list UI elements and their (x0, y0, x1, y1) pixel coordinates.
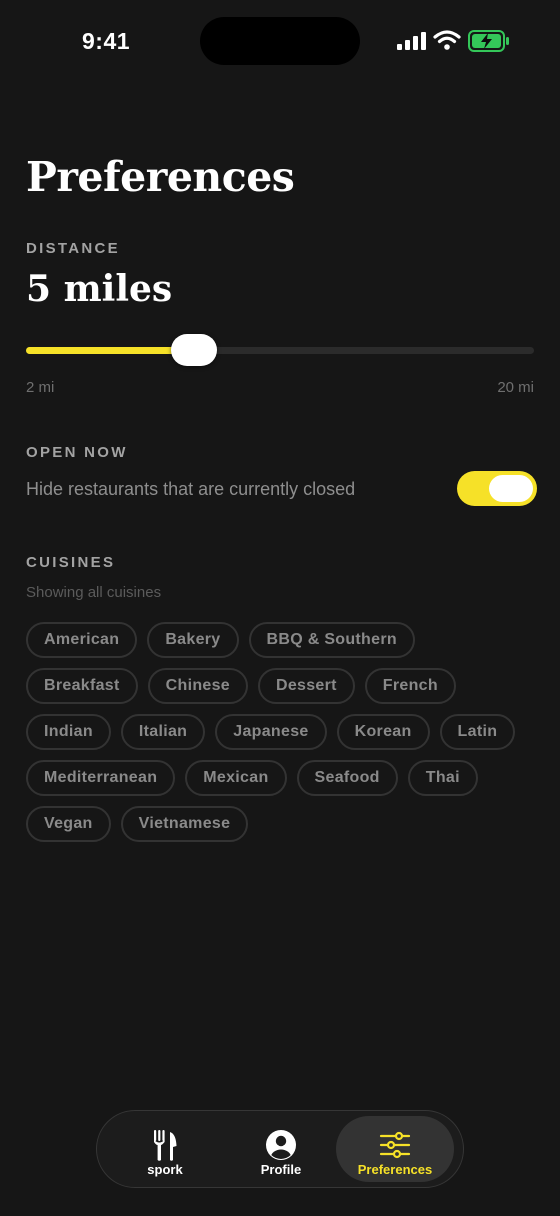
sliders-icon (379, 1131, 411, 1159)
status-time: 9:41 (82, 28, 131, 54)
cuisine-chip-latin[interactable]: Latin (439, 714, 516, 750)
cuisine-chip-chinese[interactable]: Chinese (147, 668, 248, 704)
open-now-description: Hide restaurants that are currently clos… (26, 479, 356, 499)
wifi-icon (433, 30, 461, 50)
distance-value: 5 miles (26, 268, 173, 310)
distance-max-label: 20 mi (497, 379, 534, 396)
open-now-label: OPEN NOW (26, 444, 128, 461)
tab-label: Preferences (357, 1162, 433, 1177)
cuisine-chip-italian[interactable]: Italian (120, 714, 206, 750)
distance-slider[interactable] (26, 334, 534, 366)
cuisines-label: CUISINES (26, 554, 116, 571)
status-bar: 9:41 (0, 0, 560, 84)
cuisine-chip-bakery[interactable]: Bakery (147, 622, 239, 658)
cuisine-chip-american[interactable]: American (26, 622, 138, 658)
tab-profile[interactable]: Profile (222, 1116, 340, 1182)
slider-fill (26, 347, 194, 354)
battery-charging-icon (468, 30, 509, 52)
cuisine-chip-french[interactable]: French (364, 668, 456, 704)
distance-min-label: 2 mi (26, 379, 55, 396)
cellular-signal-icon (397, 32, 426, 50)
cuisines-subtitle: Showing all cuisines (26, 584, 162, 601)
cuisine-chip-seafood[interactable]: Seafood (296, 760, 398, 796)
cuisine-chip-vietnamese[interactable]: Vietnamese (120, 806, 249, 842)
tab-preferences[interactable]: Preferences (336, 1116, 454, 1182)
cuisine-chip-mexican[interactable]: Mexican (185, 760, 287, 796)
cuisine-chip-indian[interactable]: Indian (26, 714, 111, 750)
cuisine-chip-mediterranean[interactable]: Mediterranean (26, 760, 176, 796)
cuisine-chip-thai[interactable]: Thai (407, 760, 478, 796)
cuisine-chip-dessert[interactable]: Dessert (257, 668, 355, 704)
tab-bar: spork Profile Preferences (96, 1110, 464, 1188)
cuisine-chip-japanese[interactable]: Japanese (215, 714, 327, 750)
cuisine-chips: American Bakery BBQ & Southern Breakfast… (26, 622, 536, 842)
cuisine-chip-vegan[interactable]: Vegan (26, 806, 111, 842)
slider-thumb[interactable] (171, 334, 217, 366)
tab-spork[interactable]: spork (106, 1116, 224, 1182)
tab-label: Profile (260, 1162, 302, 1177)
person-circle-icon (266, 1130, 296, 1160)
cuisine-chip-korean[interactable]: Korean (336, 714, 430, 750)
tab-label: spork (147, 1162, 183, 1177)
cuisine-chip-breakfast[interactable]: Breakfast (26, 668, 138, 704)
distance-label: DISTANCE (26, 240, 120, 257)
cuisine-chip-bbq-southern[interactable]: BBQ & Southern (248, 622, 415, 658)
dynamic-island (200, 17, 360, 65)
toggle-knob (489, 475, 533, 502)
page-title: Preferences (26, 153, 295, 201)
open-now-toggle[interactable] (457, 471, 537, 506)
fork-knife-icon (154, 1130, 177, 1161)
